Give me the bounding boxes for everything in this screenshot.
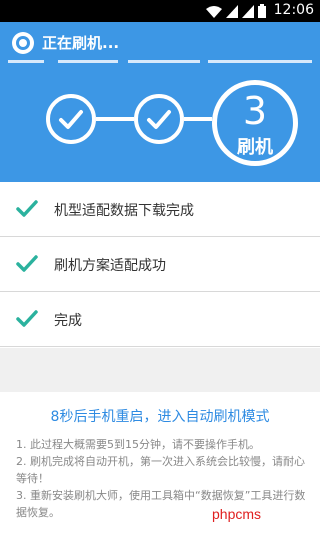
note-item: 1. 此过程大概需要5到15分钟，请不要操作手机。 bbox=[16, 438, 260, 451]
note-item: 2. 刷机完成将自动开机，第一次进入系统会比较慢，请耐心等待！ bbox=[16, 455, 305, 485]
battery-icon bbox=[258, 4, 266, 18]
wifi-icon bbox=[206, 5, 222, 18]
list-item: 机型适配数据下载完成 bbox=[0, 182, 320, 237]
check-icon bbox=[59, 110, 83, 129]
task-label: 刷机方案适配成功 bbox=[54, 258, 166, 274]
task-label: 机型适配数据下载完成 bbox=[54, 203, 194, 219]
spacer-panel bbox=[0, 348, 320, 392]
step-2-done bbox=[134, 94, 184, 144]
progress-indicator bbox=[0, 60, 320, 64]
list-item: 完成 bbox=[0, 292, 320, 347]
flash-header: 正在刷机... 3 刷机 bbox=[0, 22, 320, 182]
step-3-current: 3 刷机 bbox=[212, 80, 298, 166]
step-number: 3 bbox=[242, 89, 268, 133]
note-item: 3. 重新安装刷机大师，使用工具箱中“数据恢复”工具进行数据恢复。 bbox=[16, 489, 306, 519]
check-icon bbox=[16, 310, 38, 327]
list-item: 刷机方案适配成功 bbox=[0, 237, 320, 292]
status-bar: 12:06 bbox=[0, 0, 320, 22]
task-list: 机型适配数据下载完成 刷机方案适配成功 完成 bbox=[0, 182, 320, 347]
check-icon bbox=[147, 110, 171, 129]
step-connector bbox=[184, 117, 212, 121]
task-label: 完成 bbox=[54, 313, 82, 329]
signal-icon bbox=[226, 4, 238, 18]
check-icon bbox=[16, 200, 38, 217]
step-connector bbox=[96, 117, 134, 121]
step-label: 刷机 bbox=[237, 137, 273, 158]
status-time: 12:06 bbox=[273, 2, 314, 18]
status-icons bbox=[206, 4, 266, 18]
app-logo-icon bbox=[12, 32, 34, 54]
notes: 1. 此过程大概需要5到15分钟，请不要操作手机。 2. 刷机完成将自动开机，第… bbox=[16, 436, 312, 521]
step-1-done bbox=[46, 94, 96, 144]
reboot-message: 8秒后手机重启，进入自动刷机模式 bbox=[50, 409, 270, 425]
signal-icon bbox=[242, 4, 254, 18]
title-bar: 正在刷机... bbox=[0, 22, 320, 62]
watermark: phpcms bbox=[212, 506, 262, 522]
check-icon bbox=[16, 255, 38, 272]
page-title: 正在刷机... bbox=[42, 34, 120, 52]
